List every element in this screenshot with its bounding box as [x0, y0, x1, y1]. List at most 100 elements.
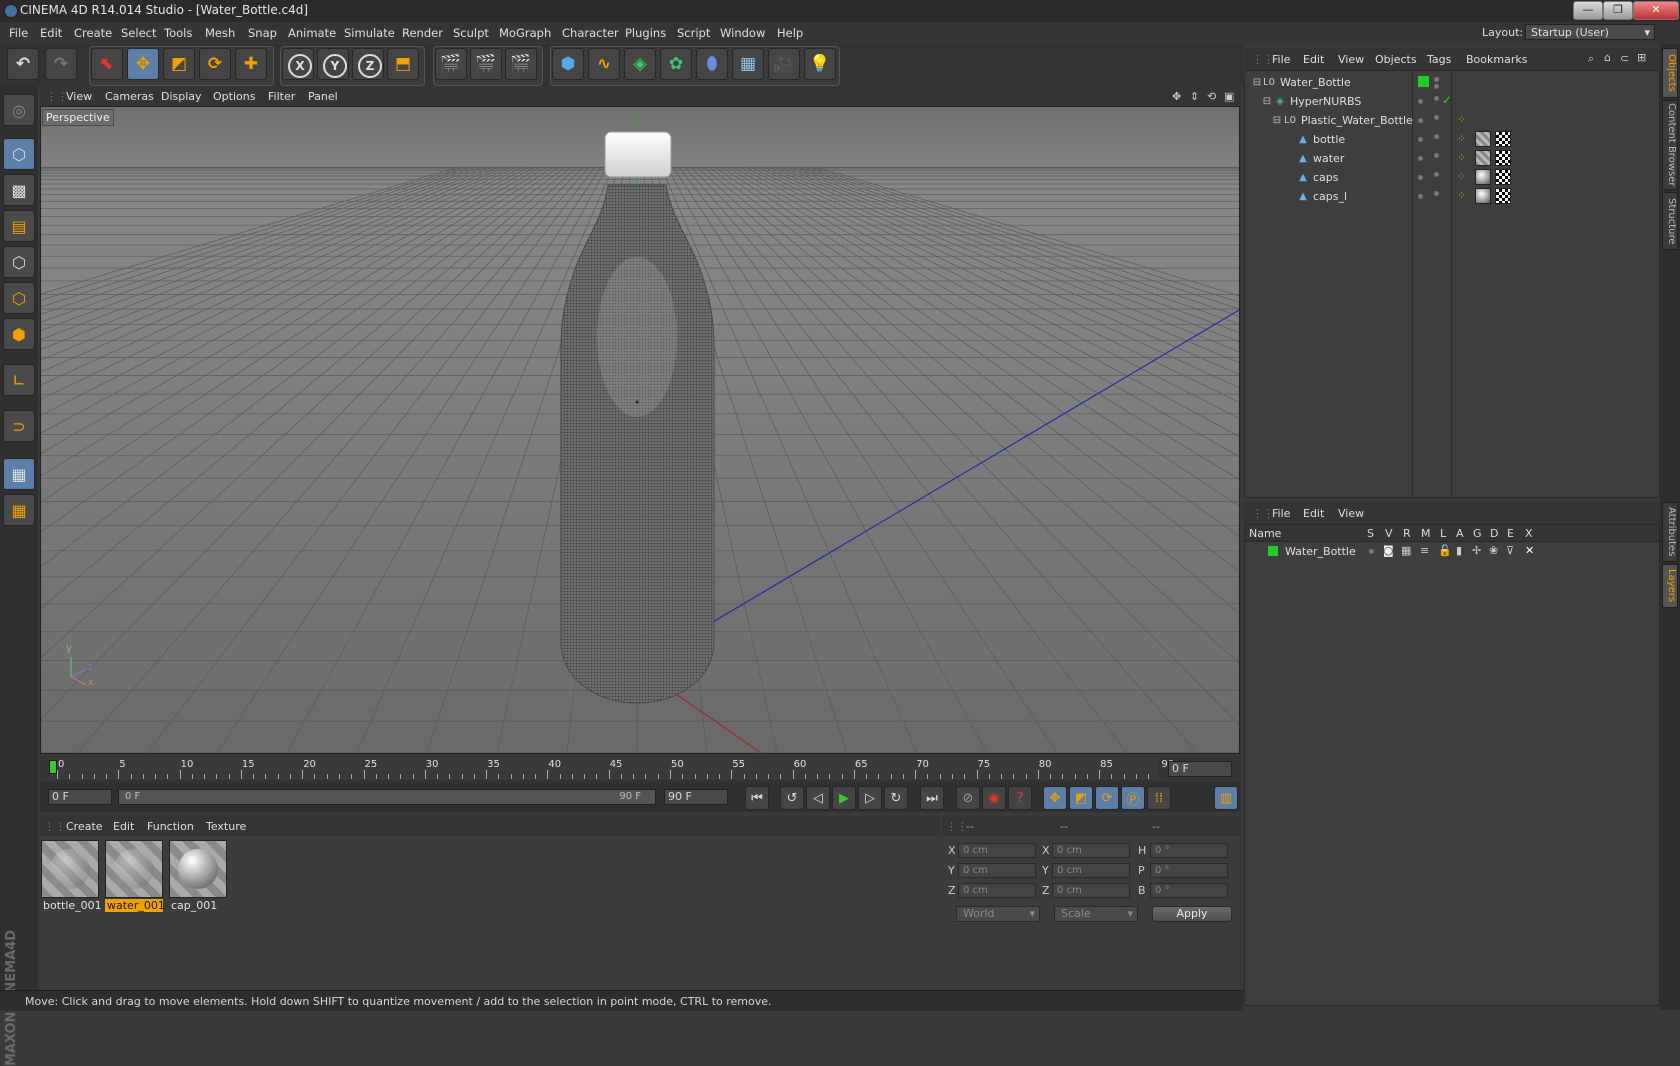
record-active-objects-button[interactable]: ⊘ [956, 786, 980, 810]
object-row-plastic-water-bottle[interactable]: ⊟ L0 Plastic_Water_Bottle ⁘ [1245, 111, 1659, 130]
visibility-editor-dot[interactable] [1418, 99, 1423, 104]
y-axis-button[interactable]: Y [317, 48, 349, 80]
camera-button[interactable]: 🎥 [768, 48, 800, 80]
material-tag-icon[interactable] [1475, 150, 1491, 166]
viewport-menu-options[interactable]: Options [213, 90, 255, 103]
tab-content-browser[interactable]: Content Browser [1662, 100, 1678, 190]
menu-simulate[interactable]: Simulate [344, 26, 395, 40]
phong-tag-icon[interactable]: ⁘ [1457, 170, 1466, 183]
position-x-field[interactable]: 0 cm [958, 843, 1036, 858]
perspective-viewport[interactable]: Perspective y z x [40, 106, 1240, 754]
manager-tree-icon[interactable]: ≡ [1420, 544, 1429, 557]
z-axis-button[interactable]: Z [352, 48, 384, 80]
menu-render[interactable]: Render [402, 26, 443, 40]
min-time-field[interactable]: 0 F [48, 789, 112, 805]
layer-color-swatch[interactable] [1268, 546, 1278, 556]
light-button[interactable]: 💡 [804, 48, 836, 80]
visibility-render-dot[interactable] [1434, 153, 1439, 158]
generators-icon[interactable]: ✢ [1472, 544, 1481, 557]
model-mode-button[interactable]: ⬡ [3, 138, 35, 170]
last-tool-button[interactable]: ✚ [235, 48, 267, 80]
layer-menu-view[interactable]: View [1338, 507, 1364, 520]
texture-mode-button[interactable]: ▩ [3, 174, 35, 206]
xref-icon[interactable]: ✕ [1525, 544, 1534, 557]
coordinate-system-button[interactable]: ⬒ [387, 48, 419, 80]
menu-snap[interactable]: Snap [248, 26, 277, 40]
viewport-menu-view[interactable]: View [66, 90, 92, 103]
object-row-caps[interactable]: ▲ caps ⁘ [1245, 168, 1659, 187]
visibility-editor-dot[interactable] [1418, 118, 1423, 123]
search-icon[interactable]: ⌕ [1588, 52, 1594, 66]
points-mode-button[interactable]: ⬡ [3, 246, 35, 278]
column-locked[interactable]: L [1440, 527, 1446, 540]
material-menu-texture[interactable]: Texture [206, 820, 246, 833]
position-z-field[interactable]: 0 cm [958, 883, 1036, 898]
x-axis-button[interactable]: X [282, 48, 314, 80]
material-tag-icon[interactable] [1475, 188, 1491, 204]
render-clapper-icon[interactable]: ▦ [1401, 544, 1411, 557]
collapse-icon[interactable]: ⊟ [1271, 114, 1283, 126]
layout-select[interactable]: Startup (User) ▾ [1525, 24, 1655, 40]
collapse-icon[interactable]: ⊟ [1261, 95, 1273, 107]
viewport-menu-display[interactable]: Display [161, 90, 202, 103]
column-deformers[interactable]: D [1490, 527, 1498, 540]
material-water-001[interactable]: water_001 [105, 840, 165, 916]
uvw-tag-icon[interactable] [1495, 131, 1511, 147]
go-to-start-button[interactable]: ⏮ [745, 786, 769, 810]
mograph-cloner-button[interactable]: ✿ [660, 48, 692, 80]
object-row-water-bottle[interactable]: ⊟ L0 Water_Bottle [1245, 73, 1659, 92]
deformers-icon[interactable]: ❀ [1489, 544, 1498, 557]
time-range-slider[interactable]: 0 F 90 F [118, 789, 656, 805]
animation-icon[interactable]: ▮ [1456, 544, 1462, 557]
column-generators[interactable]: G [1473, 527, 1482, 540]
uvw-tag-icon[interactable] [1495, 169, 1511, 185]
play-button[interactable]: ▶ [832, 786, 856, 810]
minimize-button[interactable]: — [1573, 1, 1603, 20]
expressions-icon[interactable]: ⊽ [1506, 544, 1514, 557]
scene-floor-button[interactable]: ▦ [732, 48, 764, 80]
visibility-render-dot[interactable] [1434, 96, 1439, 101]
object-row-water[interactable]: ▲ water ⁘ [1245, 149, 1659, 168]
workplane-lock-button[interactable]: ▦ [3, 458, 35, 490]
tab-layers[interactable]: Layers [1662, 564, 1678, 608]
material-bottle-001[interactable]: bottle_001 [41, 840, 102, 916]
enabled-checkmark-icon[interactable]: ✓ [1442, 93, 1452, 107]
column-expressions[interactable]: E [1507, 527, 1514, 540]
timeline-ruler[interactable]: 051015202530354045505560657075808590 0 F [40, 756, 1240, 782]
menu-script[interactable]: Script [677, 26, 710, 40]
object-menu-edit[interactable]: Edit [1303, 53, 1324, 66]
layer-row-water-bottle[interactable]: Water_Bottle ◙ ▦ ≡ 🔓 ▮ ✢ ❀ ⊽ ✕ [1245, 543, 1659, 560]
object-row-caps-l[interactable]: ▲ caps_l ⁘ [1245, 187, 1659, 206]
uvw-tag-icon[interactable] [1495, 188, 1511, 204]
record-scale-button[interactable]: ◩ [1069, 786, 1093, 810]
record-rotation-button[interactable]: ⟳ [1095, 786, 1119, 810]
spline-button[interactable]: ∿ [588, 48, 620, 80]
phong-tag-icon[interactable]: ⁘ [1457, 151, 1466, 164]
timeline-window-button[interactable]: ▥ [1214, 786, 1238, 810]
visibility-editor-dot[interactable] [1434, 77, 1439, 82]
solo-toggle[interactable] [1369, 549, 1374, 554]
viewport-move-icon[interactable]: ✥ [1172, 90, 1181, 103]
viewport-menu-panel[interactable]: Panel [308, 90, 338, 103]
column-view[interactable]: V [1385, 527, 1393, 540]
autokeying-button[interactable]: ◉ [982, 786, 1006, 810]
playhead[interactable] [49, 760, 57, 774]
menu-animate[interactable]: Animate [288, 26, 336, 40]
object-menu-tags[interactable]: Tags [1427, 53, 1451, 66]
visibility-editor-dot[interactable] [1418, 194, 1423, 199]
rotation-b-field[interactable]: 0 ° [1150, 883, 1228, 898]
material-tag-icon[interactable] [1475, 131, 1491, 147]
viewport-rotate-icon[interactable]: ⟲ [1207, 90, 1216, 103]
planar-workplane-button[interactable]: ▦ [3, 494, 35, 526]
phong-tag-icon[interactable]: ⁘ [1457, 113, 1466, 126]
nurbs-button[interactable]: ◈ [624, 48, 656, 80]
rotation-h-field[interactable]: 0 ° [1150, 843, 1228, 858]
undo-button[interactable]: ↶ [7, 48, 39, 80]
visibility-render-dot[interactable] [1434, 84, 1439, 89]
polygons-mode-button[interactable]: ⬢ [3, 318, 35, 350]
menu-mograph[interactable]: MoGraph [499, 26, 551, 40]
object-menu-bookmarks[interactable]: Bookmarks [1466, 53, 1527, 66]
home-icon[interactable]: ⌂ [1604, 51, 1611, 64]
render-settings-button[interactable]: 🎬 [505, 48, 537, 80]
tab-attributes[interactable]: Attributes [1662, 502, 1678, 562]
